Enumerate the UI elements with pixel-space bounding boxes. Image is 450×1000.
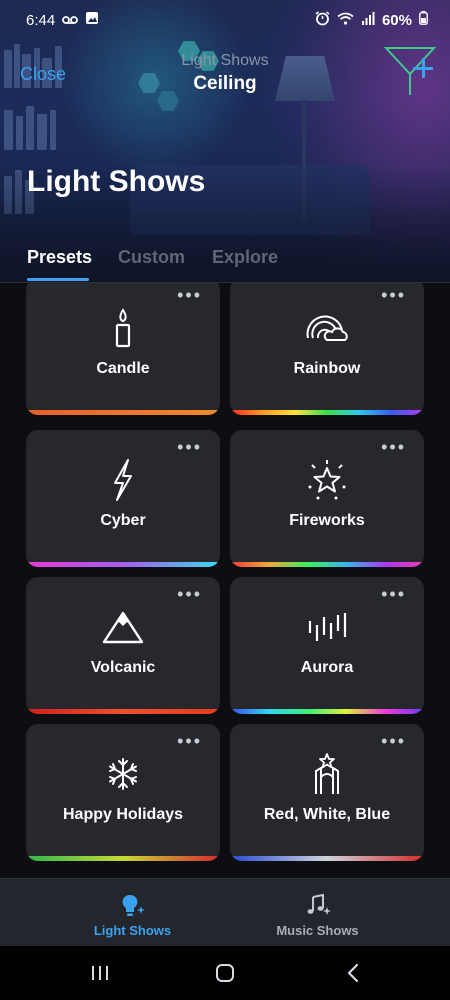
- fireworks-icon: [230, 460, 424, 500]
- rainbow-icon: [230, 308, 424, 348]
- preset-color-bar: [26, 856, 220, 861]
- tab-custom[interactable]: Custom: [118, 247, 185, 268]
- header-title: Ceiling: [193, 73, 257, 94]
- mountain-icon: [26, 607, 220, 647]
- preset-label: Fireworks: [289, 512, 365, 529]
- preset-label: Cyber: [100, 512, 146, 529]
- add-icon[interactable]: [412, 56, 434, 78]
- preset-card-rainbow[interactable]: ••• Rainbow: [230, 283, 424, 415]
- bottom-navigation: Light Shows Music Shows: [0, 878, 450, 946]
- preset-color-bar: [26, 410, 220, 415]
- nav-music-shows[interactable]: Music Shows: [205, 879, 430, 947]
- active-tab-indicator: [27, 278, 89, 281]
- more-options-icon[interactable]: •••: [381, 286, 406, 304]
- battery-percent: 60%: [381, 11, 412, 29]
- preset-color-bar: [230, 562, 424, 567]
- back-icon[interactable]: [340, 960, 366, 986]
- system-navigation-bar: [0, 946, 450, 1000]
- preset-card-aurora[interactable]: ••• Aurora: [230, 577, 424, 714]
- preset-color-bar: [230, 856, 424, 861]
- more-options-icon[interactable]: •••: [381, 438, 406, 456]
- preset-color-bar: [230, 709, 424, 714]
- aurora-icon: [230, 607, 424, 647]
- signal-icon: [361, 11, 375, 29]
- preset-card-happy-holidays[interactable]: ••• Happy Holidays: [26, 724, 220, 861]
- preset-card-candle[interactable]: ••• Candle: [26, 283, 220, 415]
- more-options-icon[interactable]: •••: [381, 585, 406, 603]
- tab-presets[interactable]: Presets: [27, 247, 92, 268]
- candle-icon: [26, 308, 220, 348]
- snowflake-icon: [26, 754, 220, 794]
- battery-icon: [419, 11, 428, 29]
- nav-music-shows-label: Music Shows: [276, 923, 359, 938]
- status-bar: 6:44 60%: [0, 0, 450, 40]
- preset-card-volcanic[interactable]: ••• Volcanic: [26, 577, 220, 714]
- status-time: 6:44: [26, 11, 56, 29]
- wifi-icon: [337, 12, 354, 29]
- preset-color-bar: [230, 410, 424, 415]
- preset-label: Aurora: [300, 659, 354, 676]
- preset-label: Happy Holidays: [62, 806, 184, 823]
- preset-card-red-white-blue[interactable]: ••• Red, White, Blue: [230, 724, 424, 861]
- preset-label: Rainbow: [293, 360, 361, 377]
- gallery-icon: [85, 11, 99, 29]
- recent-apps-icon[interactable]: [87, 960, 113, 986]
- presets-grid: ••• Candle ••• Rainbow ••• Cyber ••• Fir…: [0, 283, 450, 878]
- tab-bar: Presets Custom Explore: [0, 240, 450, 282]
- voicemail-icon: [62, 12, 79, 29]
- more-options-icon[interactable]: •••: [177, 286, 202, 304]
- home-icon[interactable]: [212, 960, 238, 986]
- preset-card-fireworks[interactable]: ••• Fireworks: [230, 430, 424, 567]
- alarm-icon: [315, 10, 330, 30]
- header-subtitle: Light Shows: [181, 52, 269, 69]
- page-title: Light Shows: [27, 165, 206, 198]
- preset-label: Red, White, Blue: [263, 806, 391, 823]
- tab-explore[interactable]: Explore: [212, 247, 278, 268]
- top-navigation: Close Light Shows Ceiling: [0, 48, 450, 100]
- lightning-icon: [26, 459, 220, 501]
- preset-label: Candle: [96, 360, 150, 377]
- more-options-icon[interactable]: •••: [177, 585, 202, 603]
- tabs-divider: [0, 282, 450, 283]
- preset-card-cyber[interactable]: ••• Cyber: [26, 430, 220, 567]
- bulb-sparkle-icon: [119, 893, 147, 919]
- more-options-icon[interactable]: •••: [177, 438, 202, 456]
- preset-color-bar: [26, 562, 220, 567]
- preset-color-bar: [26, 709, 220, 714]
- more-options-icon[interactable]: •••: [381, 732, 406, 750]
- preset-label: Volcanic: [90, 659, 156, 676]
- more-options-icon[interactable]: •••: [177, 732, 202, 750]
- flag-monument-icon: [230, 753, 424, 794]
- music-note-icon: [304, 893, 332, 919]
